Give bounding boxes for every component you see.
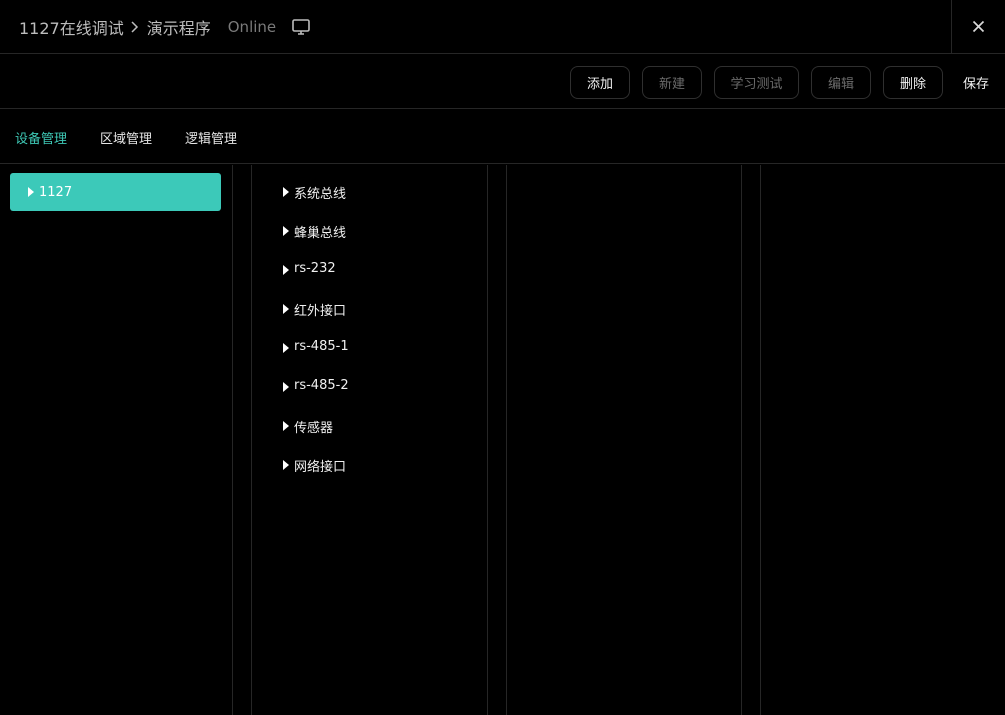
port-label: 传感器	[294, 421, 334, 436]
port-item[interactable]: 网络接口	[283, 455, 349, 494]
port-item[interactable]: rs-232	[283, 260, 349, 299]
port-label: rs-485-1	[294, 339, 349, 354]
caret-right-icon	[28, 187, 34, 197]
port-label: 系统总线	[294, 187, 347, 202]
tab-area-management[interactable]: 区域管理	[100, 128, 152, 147]
tab-bar: 设备管理 区域管理 逻辑管理	[0, 110, 1005, 164]
monitor-icon[interactable]	[291, 17, 311, 37]
column-divider	[741, 165, 742, 715]
caret-right-icon	[283, 304, 289, 314]
caret-right-icon	[283, 382, 289, 392]
close-button[interactable]	[951, 0, 1005, 54]
caret-right-icon	[283, 460, 289, 470]
port-item[interactable]: 蜂巢总线	[283, 221, 349, 260]
new-button[interactable]: 新建	[642, 66, 702, 99]
caret-right-icon	[283, 421, 289, 431]
port-item[interactable]: 系统总线	[283, 182, 349, 221]
connection-status: Online	[227, 18, 277, 36]
port-label: 蜂巢总线	[294, 226, 347, 241]
add-button[interactable]: 添加	[570, 66, 630, 99]
breadcrumb: 1127在线调试 演示程序 Online	[19, 16, 311, 38]
learn-test-button[interactable]: 学习测试	[714, 66, 799, 99]
save-button[interactable]: 保存	[955, 66, 997, 99]
tab-logic-management[interactable]: 逻辑管理	[185, 128, 237, 147]
port-list: 系统总线 蜂巢总线 rs-232 红外接口 rs-485-1 rs-485-2 …	[283, 182, 349, 494]
caret-right-icon	[283, 265, 289, 275]
chevron-right-icon	[130, 20, 139, 34]
debug-window: 1127在线调试 演示程序 Online 添加 新建 学习测试 编辑 删除 保存…	[0, 0, 1005, 715]
port-label: rs-232	[294, 261, 336, 276]
port-item[interactable]: rs-485-2	[283, 377, 349, 416]
toolbar: 添加 新建 学习测试 编辑 删除 保存	[0, 55, 1005, 109]
caret-right-icon	[283, 187, 289, 197]
port-item[interactable]: 传感器	[283, 416, 349, 455]
column-divider	[760, 165, 761, 715]
device-label: 1127	[39, 184, 73, 200]
port-item[interactable]: rs-485-1	[283, 338, 349, 377]
breadcrumb-device[interactable]: 1127在线调试	[19, 15, 124, 39]
column-divider	[506, 165, 507, 715]
column-divider	[232, 165, 233, 715]
port-label: 红外接口	[294, 304, 347, 319]
port-label: 网络接口	[294, 460, 347, 475]
breadcrumb-program: 演示程序	[146, 19, 211, 38]
tab-device-management[interactable]: 设备管理	[15, 128, 67, 147]
column-divider	[251, 165, 252, 715]
close-icon	[972, 18, 985, 37]
title-bar: 1127在线调试 演示程序 Online	[0, 0, 1005, 54]
caret-right-icon	[283, 226, 289, 236]
port-label: rs-485-2	[294, 378, 349, 393]
column-divider	[487, 165, 488, 715]
device-item-1127[interactable]: 1127	[10, 173, 221, 211]
edit-button[interactable]: 编辑	[811, 66, 871, 99]
port-item[interactable]: 红外接口	[283, 299, 349, 338]
delete-button[interactable]: 删除	[883, 66, 943, 99]
caret-right-icon	[283, 343, 289, 353]
